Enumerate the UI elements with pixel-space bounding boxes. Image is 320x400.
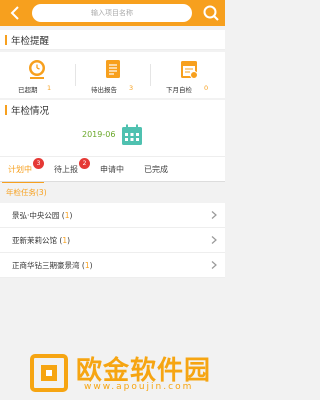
tab-pending-report-label: 待上报 [54,165,78,174]
calendar-icon[interactable] [120,123,144,147]
section-accent-bar [5,35,7,45]
reminder-pending-count: 3 [129,84,134,92]
task-name: 正商华钻三期豪景湾 (1) [12,261,93,270]
section-accent-bar [5,105,7,115]
search-icon[interactable] [201,3,221,23]
clock-icon [29,60,45,79]
top-bar [0,0,225,26]
reminder-next-month-count: 0 [204,84,209,92]
status-section-title: 年检情况 [11,106,50,117]
reminder-next-month[interactable]: 下月自检 0 [150,52,225,98]
tab-completed-label: 已完成 [144,165,168,174]
year-month-value: 2019-06 [82,130,116,139]
watermark-url: www.apoujin.com [84,382,194,392]
tab-applying-label: 申请中 [100,165,124,174]
list-item[interactable]: 亚新茉莉公馆 (1) [0,228,225,253]
chevron-right-icon [211,261,217,269]
task-list-title: 年检任务(3) [6,188,47,197]
report-icon [106,60,120,78]
reminder-overdue-count: 1 [47,84,52,92]
task-name: 亚新茉莉公馆 (1) [12,236,71,245]
calendar-check-icon [181,61,198,79]
watermark: 欧金软件园 www.apoujin.com [0,346,225,400]
year-month-panel: 2019-06 [0,118,225,156]
reminder-section-title: 年检提醒 [11,36,50,47]
tab-planning-label: 计划中 [8,165,32,174]
reminder-pending-label: 待出报告 [91,86,117,94]
status-section-header: 年检情况 [0,100,225,120]
status-tabs: 计划中 3 待上报 2 申请中 已完成 [0,156,225,184]
reminder-overdue[interactable]: 已超期 1 [0,52,75,98]
watermark-logo-icon [30,354,68,392]
tab-planning[interactable]: 计划中 3 [0,157,46,184]
task-list-header: 年检任务(3) [0,183,225,201]
tab-applying[interactable]: 申请中 [92,157,138,183]
tab-pending-report-badge: 2 [79,158,90,169]
reminder-overdue-label: 已超期 [18,86,38,94]
search-input[interactable] [32,4,192,22]
task-list: 景弘·中央公园 (1) 亚新茉莉公馆 (1) 正商华钻三期豪景湾 (1) [0,203,225,278]
list-item[interactable]: 正商华钻三期豪景湾 (1) [0,253,225,278]
reminder-next-month-label: 下月自检 [166,86,192,94]
list-item[interactable]: 景弘·中央公园 (1) [0,203,225,228]
chevron-right-icon [211,211,217,219]
chevron-right-icon [211,236,217,244]
reminder-pending-report[interactable]: 待出报告 3 [75,52,150,98]
tab-completed[interactable]: 已完成 [138,157,184,183]
tab-planning-badge: 3 [33,158,44,169]
back-arrow-icon[interactable] [5,3,25,23]
reminder-panel: 已超期 1 待出报告 3 下月自检 0 [0,52,225,98]
task-name: 景弘·中央公园 (1) [12,211,73,220]
tab-pending-report[interactable]: 待上报 2 [46,157,92,183]
reminder-section-header: 年检提醒 [0,30,225,50]
